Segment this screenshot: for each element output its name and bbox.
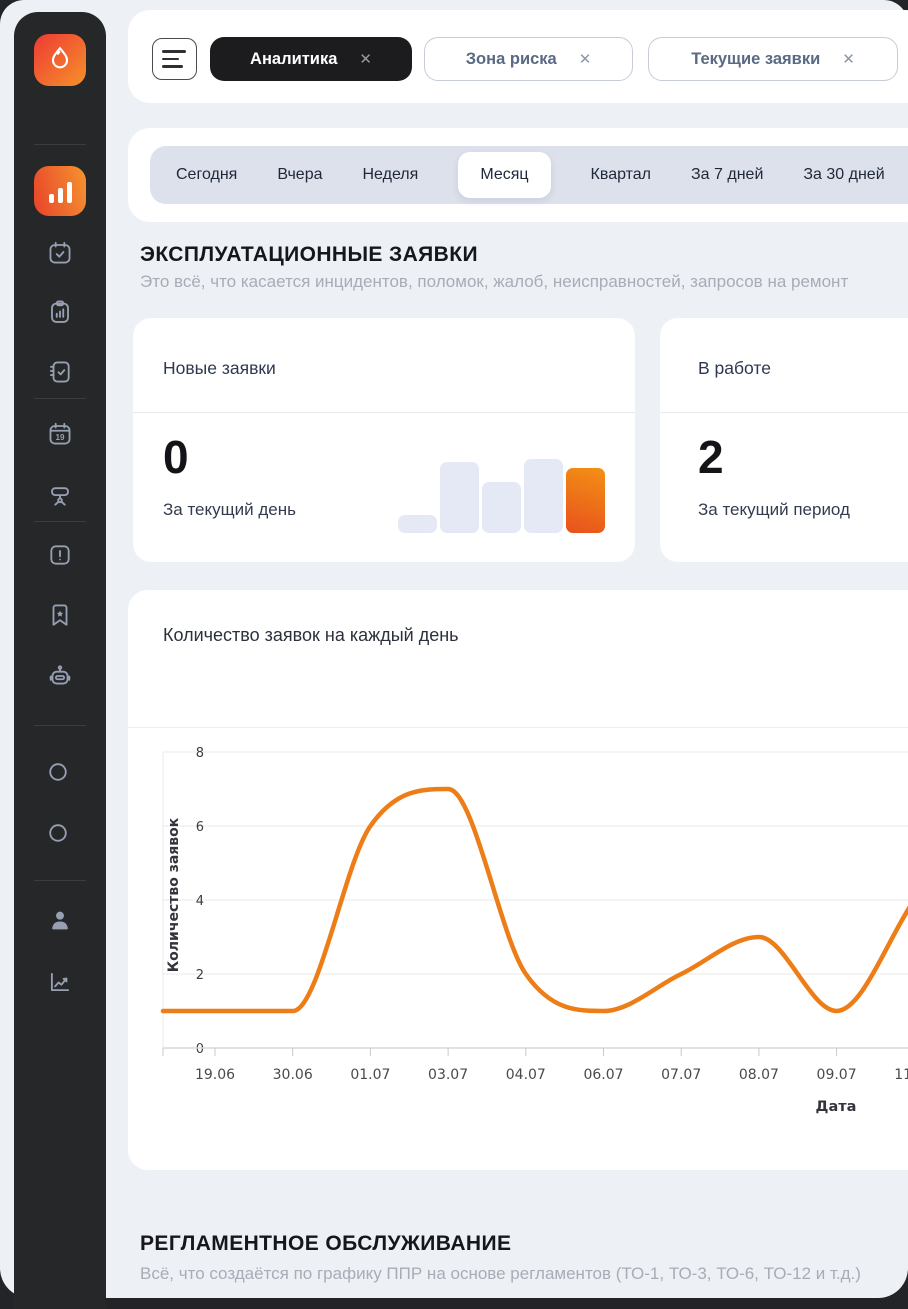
svg-text:11.07: 11.07 — [894, 1067, 908, 1083]
mini-bar — [398, 515, 437, 533]
card-caption: За текущий период — [698, 500, 850, 520]
stat-card-in-progress[interactable]: В работе 2 За текущий период — [660, 318, 908, 562]
journal-check-icon — [47, 359, 73, 385]
mini-bar-chart — [398, 459, 605, 533]
close-icon[interactable]: ✕ — [359, 50, 372, 68]
section-subtitle-maintenance: Всё, что создаётся по графику ППР на осн… — [140, 1264, 861, 1284]
svg-text:Количество заявок: Количество заявок — [166, 817, 182, 972]
calendar-19-icon: 19 — [47, 421, 73, 447]
sidebar-item-bookmarks[interactable] — [47, 602, 73, 628]
mini-bar-accent — [566, 468, 605, 533]
water-drop-icon — [45, 43, 75, 78]
line-chart: 0 2 4 6 8 19.06 30.06 01.07 03.07 04.07 06.07 07.07… — [128, 590, 908, 1170]
circle-icon — [47, 822, 73, 844]
svg-text:01.07: 01.07 — [350, 1067, 390, 1083]
svg-text:07.07: 07.07 — [661, 1067, 701, 1083]
tab-analytics[interactable]: Аналитика ✕ — [210, 37, 412, 81]
period-option[interactable]: Квартал — [591, 166, 651, 184]
svg-text:30.06: 30.06 — [273, 1067, 313, 1083]
svg-text:19.06: 19.06 — [195, 1067, 235, 1083]
close-icon[interactable]: ✕ — [579, 50, 592, 68]
card-caption: За текущий день — [163, 500, 296, 520]
menu-button[interactable] — [152, 38, 197, 80]
tab-label: Текущие заявки — [691, 50, 820, 69]
calendar-check-icon — [47, 240, 73, 266]
sidebar-item-assistant[interactable] — [47, 663, 73, 689]
sidebar-item-profile[interactable] — [47, 907, 73, 933]
card-divider — [660, 412, 908, 413]
sidebar-item-journal[interactable] — [47, 359, 73, 385]
period-option[interactable]: За 30 дней — [803, 166, 884, 184]
tab-label: Аналитика — [250, 50, 337, 69]
bookmark-star-icon — [47, 602, 73, 628]
sidebar-divider — [34, 880, 86, 881]
svg-text:03.07: 03.07 — [428, 1067, 468, 1083]
svg-text:6: 6 — [196, 820, 204, 835]
sidebar-item-alerts[interactable] — [47, 542, 73, 568]
clipboard-chart-icon — [47, 299, 73, 325]
period-filter-bar: Сегодня Вчера Неделя Месяц Квартал За 7 дней З… — [150, 146, 908, 204]
robot-icon — [47, 663, 73, 689]
card-divider — [133, 412, 635, 413]
svg-text:Дата: Дата — [816, 1099, 857, 1115]
sidebar-divider — [34, 521, 86, 522]
sidebar: 19 — [14, 12, 106, 1309]
tab-current-requests[interactable]: Текущие заявки ✕ — [648, 37, 898, 81]
sidebar-item-circle-2[interactable] — [47, 822, 73, 848]
device-hub-icon — [47, 483, 73, 509]
close-icon[interactable]: ✕ — [842, 50, 855, 68]
period-option[interactable]: Сегодня — [176, 166, 237, 184]
period-option[interactable]: За 7 дней — [691, 166, 763, 184]
bar-chart-icon — [47, 182, 74, 203]
section-title-operational: ЭКСПЛУАТАЦИОННЫЕ ЗАЯВКИ — [140, 243, 478, 267]
svg-text:4: 4 — [196, 894, 204, 909]
mini-bar — [482, 482, 521, 533]
card-value: 2 — [698, 430, 724, 484]
card-title: В работе — [698, 358, 771, 379]
sidebar-item-calendar-check[interactable] — [47, 240, 73, 266]
sidebar-divider — [34, 398, 86, 399]
alert-square-icon — [47, 542, 73, 568]
stat-card-new-requests[interactable]: Новые заявки 0 За текущий день — [133, 318, 635, 562]
period-option[interactable]: Вчера — [277, 166, 322, 184]
period-option-selected[interactable]: Месяц — [458, 152, 550, 198]
sidebar-item-clipboard-report[interactable] — [47, 299, 73, 325]
tab-label: Зона риска — [466, 50, 557, 69]
svg-text:8: 8 — [196, 746, 204, 761]
sidebar-item-circle-1[interactable] — [47, 761, 73, 787]
circle-icon — [47, 761, 73, 783]
svg-text:06.07: 06.07 — [583, 1067, 623, 1083]
svg-text:04.07: 04.07 — [506, 1067, 546, 1083]
section-title-maintenance: РЕГЛАМЕНТНОЕ ОБСЛУЖИВАНИЕ — [140, 1232, 511, 1256]
app-logo[interactable] — [34, 34, 86, 86]
svg-text:2: 2 — [196, 968, 204, 983]
period-option[interactable]: Неделя — [363, 166, 419, 184]
person-icon — [47, 907, 73, 933]
trend-chart-icon — [47, 969, 73, 995]
sidebar-item-statistics[interactable] — [47, 969, 73, 995]
sidebar-item-calendar-date[interactable]: 19 — [47, 421, 73, 447]
sidebar-item-analytics[interactable] — [34, 166, 86, 216]
svg-text:0: 0 — [196, 1042, 204, 1057]
tab-risk-zone[interactable]: Зона риска ✕ — [424, 37, 633, 81]
mini-bar — [524, 459, 563, 533]
svg-text:08.07: 08.07 — [739, 1067, 779, 1083]
sidebar-divider — [34, 144, 86, 145]
card-title: Новые заявки — [163, 358, 276, 379]
sidebar-divider — [34, 725, 86, 726]
analytics-dashboard: 19 — [0, 0, 908, 1309]
section-subtitle-operational: Это всё, что касается инцидентов, поломо… — [140, 272, 848, 292]
svg-text:19: 19 — [55, 433, 65, 442]
sidebar-item-devices[interactable] — [47, 483, 73, 509]
card-value: 0 — [163, 430, 189, 484]
svg-text:09.07: 09.07 — [817, 1067, 857, 1083]
mini-bar — [440, 462, 479, 533]
